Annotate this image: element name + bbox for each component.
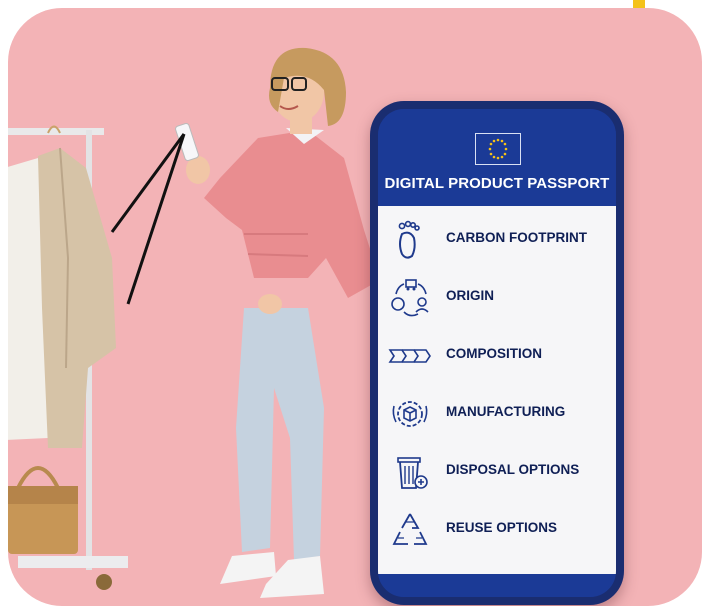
phone-screen: DIGITAL PRODUCT PASSPORT CARBON FOOTPRIN… <box>378 109 616 597</box>
disposal-bin-icon <box>397 457 428 489</box>
phone-mockup: DIGITAL PRODUCT PASSPORT CARBON FOOTPRIN… <box>370 101 624 605</box>
clothes-rack <box>8 125 128 590</box>
composition-chevrons-icon <box>388 349 431 363</box>
passport-item-origin[interactable]: ORIGIN <box>378 272 616 324</box>
passport-item-label: DISPOSAL OPTIONS <box>446 462 580 477</box>
passport-footer-bar <box>378 575 616 597</box>
footprint-icon <box>398 220 420 259</box>
passport-item-label: ORIGIN <box>446 288 495 303</box>
passport-item-label: REUSE OPTIONS <box>446 520 558 535</box>
promo-scene: DIGITAL PRODUCT PASSPORT CARBON FOOTPRIN… <box>8 8 702 606</box>
passport-item-manufacturing[interactable]: MANUFACTURING <box>378 388 616 440</box>
passport-item-disposal-options[interactable]: DISPOSAL OPTIONS <box>378 446 616 498</box>
passport-title: DIGITAL PRODUCT PASSPORT <box>384 175 610 192</box>
passport-item-reuse-options[interactable]: REUSE OPTIONS <box>378 504 616 556</box>
passport-item-composition[interactable]: COMPOSITION <box>378 330 616 382</box>
passport-item-label: MANUFACTURING <box>446 404 566 419</box>
passport-item-carbon-footprint[interactable]: CARBON FOOTPRINT <box>378 214 616 266</box>
manufacturing-gear-icon <box>392 401 428 427</box>
origin-route-icon <box>391 279 429 317</box>
recycle-icon <box>392 513 428 545</box>
pointer-lines <box>110 133 186 305</box>
woman-figure <box>175 47 380 598</box>
passport-item-label: CARBON FOOTPRINT <box>446 230 587 245</box>
eu-flag-icon <box>475 133 521 165</box>
passport-item-label: COMPOSITION <box>446 346 543 361</box>
passport-header: DIGITAL PRODUCT PASSPORT <box>378 109 616 205</box>
passport-list: CARBON FOOTPRINT ORIGIN COMPOSITION MANU… <box>378 206 616 574</box>
